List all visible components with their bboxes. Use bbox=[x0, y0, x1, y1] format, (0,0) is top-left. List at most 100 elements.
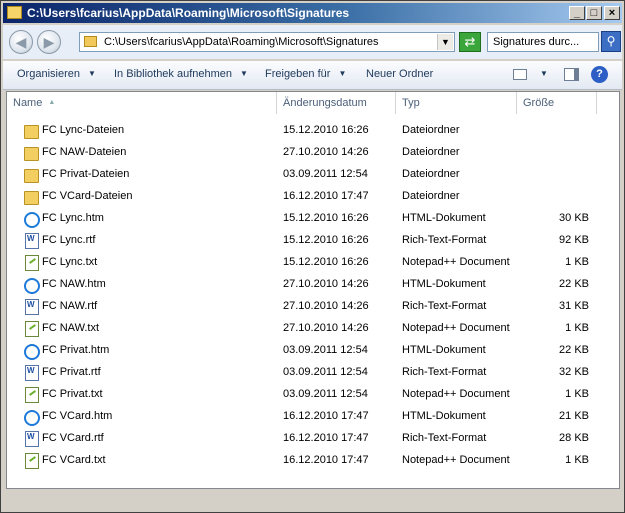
file-name: FC NAW.htm bbox=[42, 278, 106, 290]
refresh-button[interactable]: ⇄ bbox=[459, 32, 481, 52]
table-row[interactable]: FC VCard-Dateien 16.12.2010 17:47 Dateiord… bbox=[7, 186, 619, 208]
rtf-icon bbox=[25, 233, 39, 249]
htm-icon bbox=[24, 212, 40, 228]
table-row[interactable]: FC NAW.rtf 27.10.2010 14:26 Rich-Text-Form… bbox=[7, 296, 619, 318]
chevron-down-icon: ▼ bbox=[338, 69, 347, 78]
help-icon[interactable]: ? bbox=[591, 66, 608, 83]
search-input[interactable]: Signatures durc... bbox=[487, 32, 599, 52]
add-to-library-menu[interactable]: In Bibliothek aufnehmen ▼ bbox=[114, 68, 248, 80]
file-type: HTML-Dokument bbox=[402, 410, 486, 422]
folder-icon bbox=[84, 36, 97, 47]
add-to-library-label: In Bibliothek aufnehmen bbox=[114, 68, 233, 80]
file-type: Dateiordner bbox=[402, 168, 460, 180]
file-date: 16.12.2010 17:47 bbox=[283, 190, 369, 202]
column-header-date[interactable]: Änderungsdatum bbox=[277, 92, 396, 114]
column-header-size[interactable]: Größe bbox=[517, 92, 597, 114]
organize-label: Organisieren bbox=[17, 68, 80, 80]
minimize-button[interactable]: _ bbox=[569, 6, 585, 20]
file-date: 16.12.2010 17:47 bbox=[283, 454, 369, 466]
htm-icon bbox=[24, 344, 40, 360]
table-row[interactable]: FC Privat-Dateien 03.09.2011 12:54 Dateior… bbox=[7, 164, 619, 186]
table-row[interactable]: FC Privat.htm 03.09.2011 12:54 HTML-Dokume… bbox=[7, 340, 619, 362]
status-bar bbox=[6, 491, 620, 509]
file-date: 15.12.2010 16:26 bbox=[283, 256, 369, 268]
address-dropdown-button[interactable]: ▼ bbox=[437, 34, 453, 50]
file-size: 1 KB bbox=[565, 388, 589, 400]
file-name: FC Lync.rtf bbox=[42, 234, 96, 246]
file-name: FC NAW.rtf bbox=[42, 300, 98, 312]
file-date: 16.12.2010 17:47 bbox=[283, 432, 369, 444]
organize-menu[interactable]: Organisieren ▼ bbox=[17, 68, 96, 80]
table-row[interactable]: FC NAW-Dateien 27.10.2010 14:26 Dateiordne… bbox=[7, 142, 619, 164]
file-name: FC VCard.htm bbox=[42, 410, 113, 422]
view-dropdown-icon[interactable]: ▼ bbox=[540, 69, 548, 78]
file-date: 27.10.2010 14:26 bbox=[283, 146, 369, 158]
file-name: FC VCard.txt bbox=[42, 454, 106, 466]
file-type: Notepad++ Document bbox=[402, 388, 510, 400]
share-menu[interactable]: Freigeben für ▼ bbox=[265, 68, 346, 80]
folder-icon bbox=[7, 6, 22, 19]
new-folder-button[interactable]: Neuer Ordner bbox=[366, 68, 433, 80]
table-row[interactable]: FC VCard.rtf 16.12.2010 17:47 Rich-Text-Fo… bbox=[7, 428, 619, 450]
file-type: HTML-Dokument bbox=[402, 212, 486, 224]
forward-button[interactable]: ▶ bbox=[37, 30, 61, 54]
table-row[interactable]: FC NAW.htm 27.10.2010 14:26 HTML-Dokument 2… bbox=[7, 274, 619, 296]
file-date: 03.09.2011 12:54 bbox=[283, 366, 368, 378]
file-name: FC Privat-Dateien bbox=[42, 168, 130, 180]
file-type: Rich-Text-Format bbox=[402, 366, 487, 378]
window-title: C:\Users\fcarius\AppData\Roaming\Microso… bbox=[27, 6, 350, 20]
file-size: 1 KB bbox=[565, 322, 589, 334]
explorer-window: C:\Users\fcarius\AppData\Roaming\Microso… bbox=[0, 0, 625, 513]
txt-icon bbox=[25, 453, 39, 469]
file-date: 16.12.2010 17:47 bbox=[283, 410, 369, 422]
file-size: 31 KB bbox=[559, 300, 589, 312]
table-row[interactable]: FC Lync.htm 15.12.2010 16:26 HTML-Dokument… bbox=[7, 208, 619, 230]
preview-pane-icon[interactable] bbox=[564, 68, 579, 81]
sort-up-icon: ▲ bbox=[48, 99, 56, 106]
file-date: 27.10.2010 14:26 bbox=[283, 278, 369, 290]
file-date: 03.09.2011 12:54 bbox=[283, 168, 368, 180]
address-path: C:\Users\fcarius\AppData\Roaming\Microso… bbox=[104, 36, 379, 48]
table-row[interactable]: FC VCard.htm 16.12.2010 17:47 HTML-Dokumen… bbox=[7, 406, 619, 428]
title-bar[interactable]: C:\Users\fcarius\AppData\Roaming\Microso… bbox=[3, 3, 622, 23]
table-row[interactable]: FC Privat.rtf 03.09.2011 12:54 Rich-Text-F… bbox=[7, 362, 619, 384]
share-label: Freigeben für bbox=[265, 68, 331, 80]
file-name: FC Privat.txt bbox=[42, 388, 103, 400]
file-name: FC Lync.txt bbox=[42, 256, 98, 268]
file-size: 30 KB bbox=[559, 212, 589, 224]
file-type: Rich-Text-Format bbox=[402, 432, 487, 444]
address-bar[interactable]: C:\Users\fcarius\AppData\Roaming\Microso… bbox=[79, 32, 455, 52]
file-type: Rich-Text-Format bbox=[402, 234, 487, 246]
file-type: Notepad++ Document bbox=[402, 322, 510, 334]
view-options-icon[interactable] bbox=[513, 69, 527, 80]
file-type: Notepad++ Document bbox=[402, 256, 510, 268]
file-date: 15.12.2010 16:26 bbox=[283, 234, 369, 246]
file-name: FC Privat.rtf bbox=[42, 366, 101, 378]
table-row[interactable]: FC Privat.txt 03.09.2011 12:54 Notepad++ D… bbox=[7, 384, 619, 406]
file-date: 15.12.2010 16:26 bbox=[283, 124, 369, 136]
table-row[interactable]: FC Lync.rtf 15.12.2010 16:26 Rich-Text-For… bbox=[7, 230, 619, 252]
chevron-down-icon: ▼ bbox=[240, 69, 248, 78]
file-size: 21 KB bbox=[559, 410, 589, 422]
close-button[interactable]: × bbox=[604, 6, 620, 20]
txt-icon bbox=[25, 255, 39, 271]
table-row[interactable]: FC Lync-Dateien 15.12.2010 16:26 Dateiordn… bbox=[7, 120, 619, 142]
file-type: Rich-Text-Format bbox=[402, 300, 487, 312]
back-button[interactable]: ◀ bbox=[9, 30, 33, 54]
file-name: FC NAW.txt bbox=[42, 322, 100, 334]
table-row[interactable]: FC Lync.txt 15.12.2010 16:26 Notepad++ Doc… bbox=[7, 252, 619, 274]
column-header-type[interactable]: Typ bbox=[396, 92, 517, 114]
htm-icon bbox=[24, 410, 40, 426]
column-header-name[interactable]: Name ▲ bbox=[7, 92, 277, 114]
table-row[interactable]: FC NAW.txt 27.10.2010 14:26 Notepad++ Docu… bbox=[7, 318, 619, 340]
command-bar: Organisieren ▼ In Bibliothek aufnehmen ▼ F… bbox=[3, 61, 622, 90]
file-type: Notepad++ Document bbox=[402, 454, 510, 466]
table-row[interactable]: FC VCard.txt 16.12.2010 17:47 Notepad++ Do… bbox=[7, 450, 619, 472]
maximize-button[interactable]: □ bbox=[586, 6, 602, 20]
file-type: Dateiordner bbox=[402, 124, 460, 136]
search-icon[interactable]: ⚲ bbox=[601, 31, 621, 52]
rtf-icon bbox=[25, 299, 39, 315]
file-date: 03.09.2011 12:54 bbox=[283, 344, 368, 356]
file-size: 1 KB bbox=[565, 256, 589, 268]
file-size: 1 KB bbox=[565, 454, 589, 466]
